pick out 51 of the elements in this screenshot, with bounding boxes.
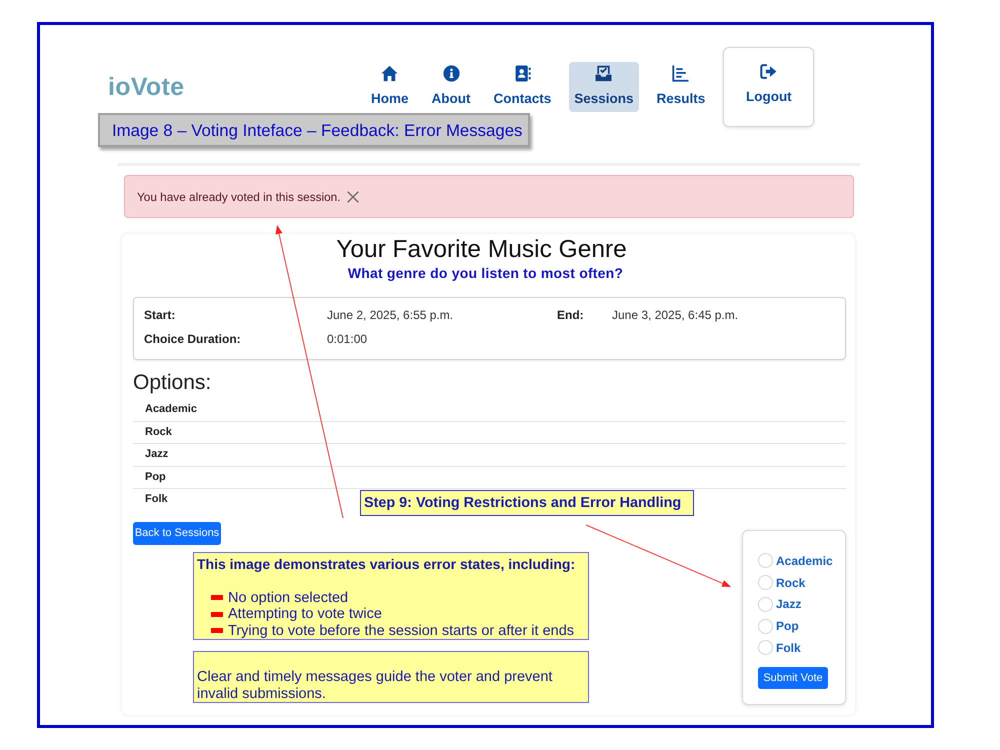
session-title: Your Favorite Music Genre — [335, 236, 628, 264]
bullet-icon — [211, 628, 223, 634]
radio-button[interactable] — [758, 575, 773, 590]
nav-link[interactable]: Contacts — [488, 62, 556, 112]
radio-label[interactable]: Jazz — [776, 597, 802, 612]
detail-label: End: — [557, 307, 585, 324]
option-label: Folk — [145, 493, 168, 505]
radio-label[interactable]: Folk — [776, 640, 801, 655]
bullet-icon — [211, 612, 223, 617]
list-item-text: Trying to vote before the session starts or after it ends — [228, 622, 574, 639]
nav-link[interactable]: Results — [652, 62, 710, 112]
option-label: Academic — [145, 403, 197, 415]
note-text: Clear and timely messages guide the voter and prevent invalid submissions. — [197, 669, 554, 702]
session-question: What genre do you listen to most often? — [346, 264, 624, 282]
radio-button[interactable] — [758, 553, 773, 568]
note-heading: This image demonstrates various error states, including: — [197, 556, 576, 572]
radio-button[interactable] — [758, 640, 773, 656]
radio-label[interactable]: Academic — [776, 554, 833, 568]
radio-button[interactable] — [758, 618, 773, 634]
list-item-text: Attempting to vote twice — [228, 606, 382, 622]
detail-value: June 3, 2025, 6:45 p.m. — [612, 307, 740, 324]
radio-label[interactable]: Rock — [776, 576, 806, 590]
alert-message: You have already voted in this session. — [137, 190, 341, 204]
nav-link[interactable]: Sessions — [569, 62, 639, 112]
radio-label[interactable]: Pop — [776, 619, 799, 634]
detail-label: Start: — [144, 307, 176, 324]
nav-link[interactable]: About — [426, 62, 476, 112]
detail-label: Choice Duration: — [144, 331, 242, 348]
caption-label: Image 8 – Voting Inteface – Feedback: Error Messages — [98, 113, 530, 147]
option-label: Rock — [145, 426, 172, 438]
detail-value: 0:01:00 — [327, 331, 368, 348]
list-item-text: No option selected — [228, 590, 348, 606]
bullet-icon — [211, 595, 223, 600]
radio-button[interactable] — [758, 596, 773, 612]
submit-button[interactable]: Submit Vote — [758, 666, 828, 689]
close-icon[interactable] — [346, 190, 359, 202]
contact-card-icon — [514, 65, 531, 82]
home-icon — [381, 65, 398, 82]
exit-arrow-icon — [760, 63, 778, 80]
back-button[interactable]: Back to Sessions — [133, 522, 221, 544]
step-label: Step 9: Voting Restrictions and Error Handling — [360, 490, 694, 516]
logo-text: ioVote — [108, 72, 184, 100]
info-circle-icon — [442, 65, 460, 82]
logout-button[interactable]: Logout — [723, 47, 814, 127]
detail-value: June 2, 2025, 6:55 p.m. — [327, 307, 454, 324]
nav-link[interactable]: Home — [366, 62, 414, 112]
option-label: Jazz — [145, 448, 168, 460]
chart-lines-icon — [672, 65, 690, 82]
tray-check-icon — [595, 65, 612, 82]
options-heading: Options: — [133, 370, 212, 396]
option-label: Pop — [145, 470, 166, 482]
